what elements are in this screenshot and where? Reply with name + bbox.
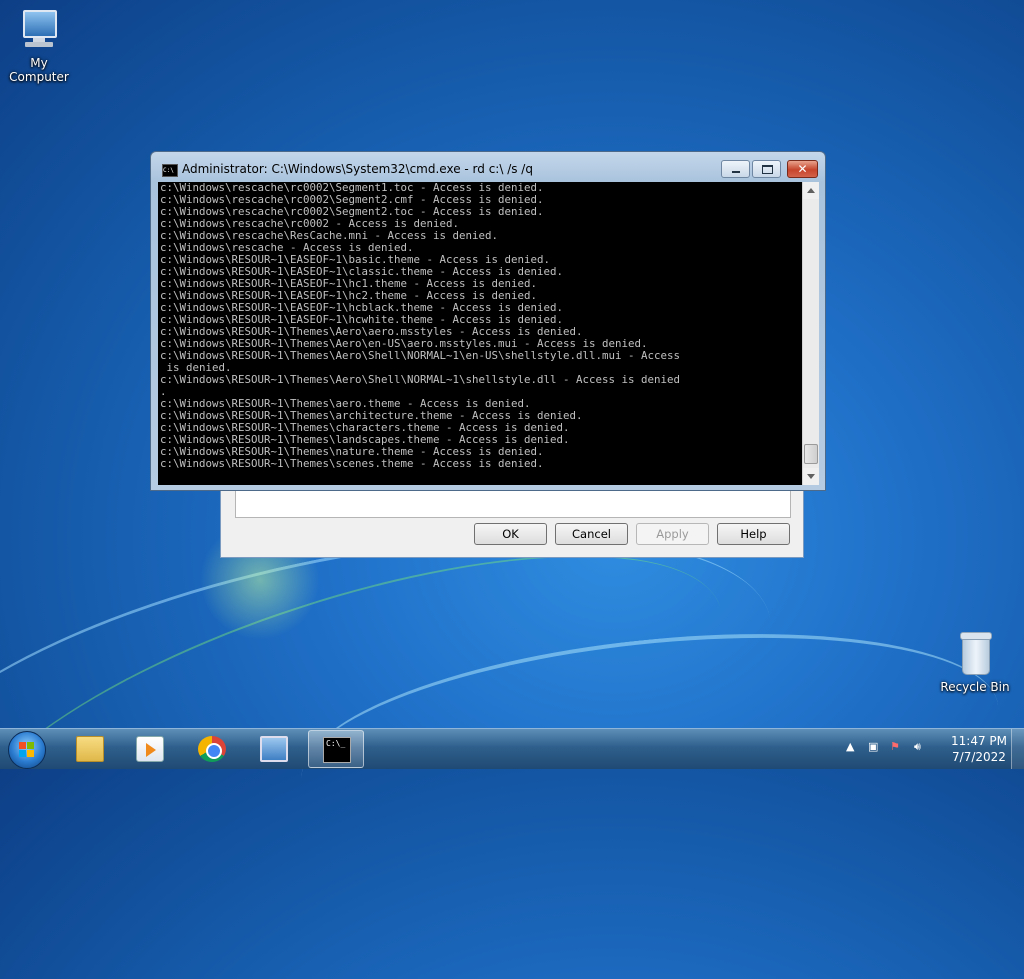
clock-date: 7/7/2022 bbox=[952, 750, 1006, 764]
cancel-button[interactable]: Cancel bbox=[555, 523, 628, 545]
close-button[interactable]: ✕ bbox=[787, 160, 818, 178]
remote-desktop-icon bbox=[260, 736, 288, 762]
chevron-up-icon bbox=[807, 188, 815, 193]
console-output: c:\Windows\rescache\rc0002\Segment1.toc … bbox=[160, 182, 800, 470]
windows-logo-icon bbox=[19, 742, 35, 758]
console-area[interactable]: c:\Windows\rescache\rc0002\Segment1.toc … bbox=[158, 182, 819, 485]
maximize-button[interactable] bbox=[752, 160, 781, 178]
console-line: c:\Windows\RESOUR~1\Themes\Aero\Shell\NO… bbox=[160, 373, 681, 386]
clock[interactable]: 11:47 PM 7/7/2022 bbox=[944, 733, 1014, 765]
cmd-title-bar[interactable]: C:\ Administrator: C:\Windows\System32\c… bbox=[151, 152, 825, 184]
close-icon: ✕ bbox=[797, 162, 808, 176]
desktop-icon-recycle-bin[interactable]: Recycle Bin bbox=[935, 630, 1015, 694]
recycle-bin-icon bbox=[958, 630, 992, 676]
start-button[interactable] bbox=[8, 731, 46, 769]
scroll-up-button[interactable] bbox=[803, 182, 819, 199]
taskbar-remote-desktop[interactable] bbox=[246, 730, 302, 768]
vertical-scrollbar[interactable] bbox=[802, 182, 819, 485]
show-hidden-icons-chevron-up-icon[interactable]: ▲ bbox=[846, 740, 854, 753]
help-button[interactable]: Help bbox=[717, 523, 790, 545]
minimize-icon bbox=[732, 171, 740, 173]
volume-icon[interactable]: 🔊︎ bbox=[914, 740, 921, 754]
clock-time: 11:47 PM bbox=[951, 734, 1007, 748]
maximize-icon bbox=[762, 165, 773, 174]
media-player-icon bbox=[136, 736, 164, 762]
scroll-thumb[interactable] bbox=[804, 444, 818, 464]
taskbar-media-player[interactable] bbox=[122, 730, 178, 768]
show-desktop-button[interactable] bbox=[1011, 729, 1024, 769]
chrome-icon bbox=[198, 736, 226, 762]
taskbar-cmd[interactable]: C:\_ bbox=[308, 730, 364, 768]
cmd-icon[interactable]: C:\ bbox=[162, 164, 178, 177]
system-tray: ▲ ▣ ⚑ 🔊︎ 11:47 PM 7/7/2022 bbox=[834, 729, 1024, 769]
minimize-button[interactable] bbox=[721, 160, 750, 178]
chevron-down-icon bbox=[807, 474, 815, 479]
cmd-icon: C:\_ bbox=[323, 737, 351, 763]
taskbar: C:\_ ▲ ▣ ⚑ 🔊︎ 11:47 PM 7/7/2022 bbox=[0, 728, 1024, 769]
scroll-down-button[interactable] bbox=[803, 468, 819, 485]
cmd-window: C:\ Administrator: C:\Windows\System32\c… bbox=[150, 151, 826, 491]
apply-button[interactable]: Apply bbox=[636, 523, 709, 545]
network-icon[interactable]: ▣ bbox=[868, 740, 878, 753]
taskbar-explorer[interactable] bbox=[62, 730, 118, 768]
desktop-icon-my-computer[interactable]: My Computer bbox=[0, 8, 79, 84]
desktop-icon-label: Recycle Bin bbox=[940, 680, 1010, 694]
console-line: c:\Windows\RESOUR~1\Themes\Aero\Shell\NO… bbox=[160, 349, 681, 362]
action-center-icon[interactable]: ⚑ bbox=[890, 740, 900, 753]
desktop-icon-label: My Computer bbox=[9, 56, 69, 84]
computer-icon bbox=[17, 8, 61, 52]
folder-icon bbox=[76, 736, 104, 762]
window-title: Administrator: C:\Windows\System32\cmd.e… bbox=[182, 162, 533, 176]
console-line: c:\Windows\RESOUR~1\Themes\scenes.theme … bbox=[160, 457, 544, 470]
ok-button[interactable]: OK bbox=[474, 523, 547, 545]
taskbar-chrome[interactable] bbox=[184, 730, 240, 768]
